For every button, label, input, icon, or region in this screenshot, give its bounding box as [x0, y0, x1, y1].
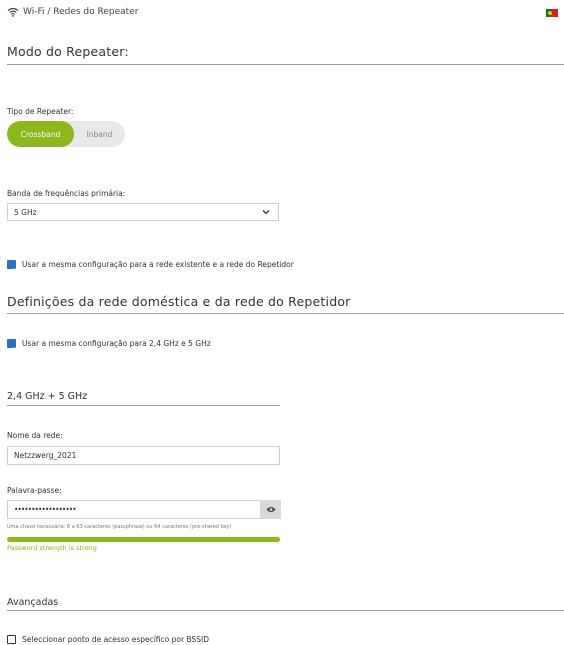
- password-strength-bar: [7, 537, 280, 542]
- show-password-button[interactable]: [260, 500, 281, 519]
- password-value: ••••••••••••••••••: [14, 505, 77, 514]
- section-title-mode: Modo do Repeater:: [7, 44, 129, 59]
- breadcrumb: Wi-Fi / Redes do Repeater: [7, 7, 138, 17]
- password-hint: Uma chave necessária: 8 a 63 caracteres …: [7, 524, 232, 530]
- password-input[interactable]: ••••••••••••••••••: [7, 500, 261, 519]
- same-config-bands-checkbox[interactable]: [7, 339, 16, 353]
- toggle-inband[interactable]: Inband: [74, 121, 125, 147]
- language-flag-icon[interactable]: [546, 9, 558, 17]
- eye-icon: [266, 507, 275, 512]
- breadcrumb-text[interactable]: Wi-Fi / Redes do Repeater: [23, 7, 138, 17]
- bssid-label: Seleccionar ponto de acesso específico p…: [22, 635, 209, 644]
- primary-band-label: Banda de frequências primária:: [7, 189, 126, 198]
- primary-band-value: 5 GHz: [14, 207, 37, 217]
- network-name-label: Nome da rede:: [7, 431, 63, 440]
- divider: [7, 313, 564, 314]
- same-config-existing-label: Usar a mesma configuração para a rede ex…: [22, 260, 294, 269]
- same-config-existing-checkbox[interactable]: [7, 260, 16, 274]
- section-title-advanced: Avançadas: [7, 597, 59, 608]
- wifi-icon: [7, 7, 19, 17]
- divider: [7, 64, 564, 65]
- band-heading: 2,4 GHz + 5 GHz: [7, 391, 88, 402]
- divider: [7, 610, 564, 611]
- network-name-input[interactable]: Netzzwerg_2021: [7, 446, 280, 465]
- repeater-type-toggle[interactable]: Crossband Inband: [7, 121, 125, 147]
- network-name-value: Netzzwerg_2021: [14, 451, 77, 460]
- toggle-crossband[interactable]: Crossband: [7, 121, 74, 147]
- bssid-checkbox[interactable]: [7, 635, 16, 644]
- password-label: Palavra-passe:: [7, 486, 62, 495]
- check-icon: [8, 268, 15, 274]
- divider: [7, 405, 280, 406]
- password-strength-text: Password strength is strong: [7, 544, 97, 552]
- same-config-bands-label: Usar a mesma configuração para 2,4 GHz e…: [22, 339, 211, 348]
- repeater-type-label: Tipo de Repeater:: [7, 107, 74, 116]
- section-title-networks: Definições da rede doméstica e da rede d…: [7, 294, 351, 309]
- chevron-down-icon: [262, 210, 270, 215]
- check-icon: [8, 347, 15, 353]
- primary-band-select[interactable]: 5 GHz: [7, 203, 279, 221]
